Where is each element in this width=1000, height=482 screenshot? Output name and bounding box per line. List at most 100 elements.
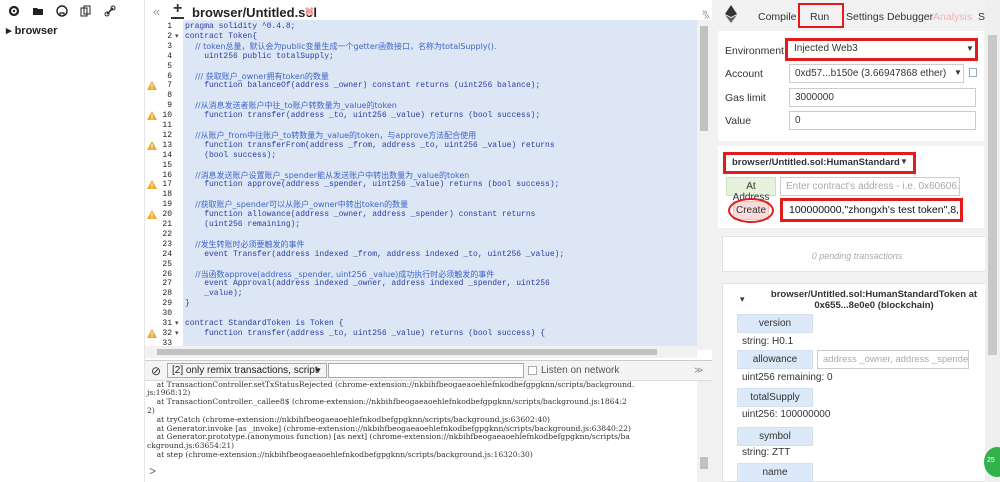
warning-icon[interactable] [147, 328, 157, 338]
line-number-gutter: 1 2 ▾ 3 4 5 6 7 8 9 10 11 12 13 14 15 16 17 18 19 20 21 22 23 24… [145, 20, 183, 358]
scrollbar-thumb[interactable] [988, 35, 997, 355]
warning-icon[interactable] [147, 111, 157, 121]
fold-toggle-icon[interactable]: ▾ [175, 330, 179, 338]
pending-transactions: 0 pending transactions [722, 236, 990, 272]
code-line[interactable]: /// 获取账户_owner拥有token的数量 [185, 72, 329, 81]
code-line[interactable]: //当函数approve(address _spender, uint256 _… [185, 270, 494, 279]
create-arguments-highlight [780, 198, 963, 222]
file-explorer-toolbar [6, 4, 118, 18]
tabs-scroll-left-icon[interactable]: « [153, 4, 160, 19]
collapse-right-panel-icon[interactable]: » [704, 11, 710, 22]
fold-toggle-icon[interactable]: ▾ [175, 320, 179, 328]
fold-toggle-icon[interactable]: ▾ [175, 33, 179, 41]
terminal-prompt[interactable]: > [149, 464, 156, 478]
right-panel-scrollbar[interactable] [985, 0, 1000, 482]
chevron-down-icon: ▼ [314, 366, 322, 375]
warning-icon[interactable] [147, 180, 157, 190]
code-line[interactable]: event Approval(address indexed _owner, a… [185, 280, 550, 288]
scrollbar-thumb[interactable] [157, 349, 657, 355]
code-line[interactable]: contract Token{ [185, 32, 257, 41]
code-line[interactable]: (uint256 remaining); [185, 221, 300, 229]
log-line: at Generator.prototype.(anonymous functi… [147, 432, 630, 441]
line-number: 5 [167, 61, 172, 71]
line-number: 18 [162, 190, 172, 200]
account-value: 0xd57...b150e (3.66947868 ether) [795, 68, 947, 79]
code-line[interactable]: uint256 public totalSupply; [185, 52, 334, 61]
code-line[interactable]: function balanceOf(address _owner) const… [185, 82, 540, 90]
pending-transactions-text: 0 pending transactions [811, 251, 903, 261]
at-address-button[interactable]: At Address [726, 177, 776, 203]
chevron-down-icon: ▼ [966, 44, 974, 53]
version-button[interactable]: version [737, 314, 813, 333]
tab-close-icon[interactable]: ✖ [304, 4, 315, 20]
code-line[interactable]: function approve(address _spender, uint2… [185, 181, 559, 189]
line-number: 12 [162, 130, 172, 140]
scrollbar-thumb[interactable] [700, 457, 708, 469]
code-line[interactable]: } [185, 300, 190, 308]
chevron-down-icon: ▼ [954, 68, 962, 77]
value-input[interactable]: 0 [789, 111, 976, 130]
code-line[interactable]: //发生转账时必须要触发的事件 [185, 240, 304, 249]
tab-compile[interactable]: Compile [758, 11, 797, 23]
warning-icon[interactable] [147, 140, 157, 150]
copy-address-icon[interactable] [969, 68, 977, 77]
copy-icon[interactable] [78, 4, 94, 18]
code-line[interactable]: (bool success); [185, 151, 276, 160]
tab-analysis[interactable]: Analysis [933, 11, 972, 23]
tab-settings[interactable]: Settings [846, 11, 884, 23]
listen-on-network-label: Listen on network [541, 365, 620, 376]
code-line[interactable]: function transfer(address _to, uint256 _… [185, 112, 540, 120]
contract-select-highlight [723, 152, 916, 174]
line-number: 21 [162, 220, 172, 229]
at-address-input[interactable]: Enter contract's address - i.e. 0x60606.… [780, 177, 960, 196]
editor-horizontal-scrollbar[interactable] [145, 346, 697, 358]
new-file-button[interactable]: + [173, 0, 182, 18]
code-editor[interactable]: 1 2 ▾ 3 4 5 6 7 8 9 10 11 12 13 14 15 16 17 18 19 20 21 22 23 24… [145, 20, 697, 358]
folder-open-icon[interactable] [30, 4, 46, 18]
gas-limit-input[interactable]: 3000000 [789, 88, 976, 107]
collapse-terminal-icon[interactable]: ≫ [694, 365, 703, 376]
total-supply-button[interactable]: totalSupply [737, 388, 813, 407]
code-line[interactable]: pragma solidity ^0.4.8; [185, 23, 295, 31]
gear-icon[interactable] [6, 4, 22, 18]
file-explorer-panel: ▸ browser [0, 0, 145, 482]
link-icon[interactable] [102, 4, 118, 18]
log-line: at step (chrome-extension://nkbihfbeogae… [147, 450, 533, 459]
code-line[interactable]: //获取账户_spender可以从账户_owner中转出token的数量 [185, 201, 408, 209]
listen-on-network-checkbox[interactable] [528, 366, 537, 375]
log-line: 2) [147, 406, 155, 415]
environment-card: Environment Injected Web3 ▼ Account 0xd5… [718, 31, 984, 141]
scrollbar-thumb[interactable] [700, 26, 708, 131]
editor-vertical-scrollbar[interactable] [697, 20, 712, 350]
code-line[interactable]: contract StandardToken is Token { [185, 320, 343, 328]
code-line[interactable]: //从消息发送者账户中往_to账户转数量为_value的token [185, 102, 397, 110]
code-line[interactable]: event Transfer(address indexed _from, ad… [185, 250, 564, 259]
github-icon[interactable] [54, 4, 70, 18]
terminal-scrollbar[interactable] [697, 381, 712, 482]
warning-icon[interactable] [147, 210, 157, 220]
instance-toggle-icon[interactable]: ▾ [740, 294, 745, 305]
code-line[interactable]: function transfer(address _to, uint256 _… [185, 329, 545, 338]
allowance-button[interactable]: allowance [737, 350, 813, 369]
clear-console-icon[interactable]: ⊘ [151, 364, 161, 378]
symbol-button[interactable]: symbol [737, 427, 813, 446]
folder-browser[interactable]: ▸ browser [6, 24, 57, 37]
account-select[interactable]: 0xd57...b150e (3.66947868 ether) [789, 64, 964, 83]
code-line[interactable]: function transferFrom(address _from, add… [185, 141, 554, 150]
tab-untitled-sol[interactable]: browser/Untitled.sol [192, 5, 317, 20]
transaction-filter-select[interactable]: [2] only remix transactions, script ▼ [167, 363, 327, 378]
name-button[interactable]: name [737, 463, 813, 482]
run-tab-highlight [798, 3, 844, 28]
code-line[interactable]: _value); [185, 290, 242, 298]
log-line: at TransactionController._callee8$ (chro… [147, 397, 627, 406]
code-line[interactable]: // token总量，默认会为public变量生成一个getter函数接口，名称… [185, 42, 496, 51]
code-line[interactable]: function allowance(address _owner, addre… [185, 211, 535, 219]
code-line[interactable]: //消息发送账户设置账户_spender能从发送账户中转出数量为_value的t… [185, 171, 469, 180]
line-number: 32 [162, 328, 172, 338]
new-file-underline [171, 17, 184, 19]
terminal-search-input[interactable] [328, 363, 524, 378]
allowance-input[interactable]: address _owner, address _spender [817, 350, 969, 369]
code-line[interactable]: //从账户_from中往账户_to转数量为_value的token，与appro… [185, 131, 476, 140]
warning-icon[interactable] [147, 81, 157, 91]
tab-debugger[interactable]: Debugger [887, 11, 933, 23]
